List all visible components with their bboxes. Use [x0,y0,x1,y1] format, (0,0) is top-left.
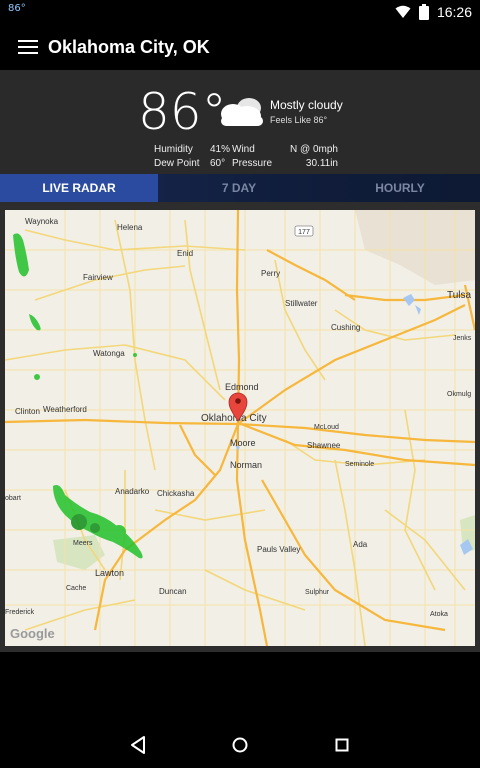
status-bar: 86° 16:26 [0,0,480,24]
county-grid [5,210,475,646]
wind-label: Wind [232,144,255,155]
label-cache: Cache [66,585,86,592]
feels-like: Feels Like 86° [270,115,328,125]
clock: 16:26 [436,4,472,20]
label-stillwater: Stillwater [285,299,318,308]
label-chickasha: Chickasha [157,489,195,498]
terrain-patch [355,210,475,285]
temperature-notification: 86° [8,3,26,14]
label-seminole: Seminole [345,461,374,468]
cloud-icon [221,98,263,126]
svg-text:177: 177 [298,229,310,236]
radar-panel: 177 Waynoka Helena Enid Perry Tulsa Fair… [0,202,480,652]
system-nav-bar [0,652,480,768]
tab-live-radar[interactable]: LIVE RADAR [0,174,158,202]
radar-echoes [13,233,143,559]
radar-map[interactable]: 177 Waynoka Helena Enid Perry Tulsa Fair… [5,210,475,646]
label-helena: Helena [117,223,143,232]
label-watonga: Watonga [93,349,125,358]
water-bodies [235,294,473,555]
label-ada: Ada [353,540,368,549]
tab-bar: LIVE RADAR 7 DAY HOURLY [0,174,480,202]
dew-point-label: Dew Point [154,158,200,169]
tab-hourly[interactable]: HOURLY [320,174,480,202]
label-enid: Enid [177,249,193,258]
label-perry: Perry [261,269,280,278]
recents-icon[interactable] [327,730,357,760]
label-mcloud: McLoud [314,424,339,431]
label-okmulgee: Okmulg [447,391,471,398]
label-cushing: Cushing [331,323,360,332]
label-tulsa: Tulsa [447,290,472,301]
humidity-label: Humidity [154,144,193,155]
humidity-value: 41% [210,144,231,155]
label-paulsvalley: Pauls Valley [257,545,300,554]
pressure-value: 30.11in [305,158,338,169]
label-moore: Moore [230,438,256,448]
label-meers: Meers [73,540,93,547]
current-conditions: 86° Mostly cloudy Feels Like 86° Humidit… [0,70,480,174]
battery-icon [418,4,429,20]
current-temperature: 86° [138,83,227,141]
wind-value: N @ 0mph [290,144,338,155]
pressure-label: Pressure [232,158,273,169]
location-title[interactable]: Oklahoma City, OK [48,37,210,58]
highways [5,210,475,646]
label-duncan: Duncan [159,587,187,596]
label-atoka: Atoka [430,611,448,618]
label-jenks: Jenks [453,335,472,342]
dew-point-value: 60° [210,158,226,169]
hamburger-icon[interactable] [18,40,38,54]
wifi-icon [395,5,411,18]
app-bar: Oklahoma City, OK [0,24,480,70]
label-anadarko: Anadarko [115,487,150,496]
label-weatherford: Weatherford [43,405,87,414]
status-icons: 16:26 [395,0,472,24]
tab-7-day[interactable]: 7 DAY [158,174,320,202]
home-icon[interactable] [225,730,255,760]
back-icon[interactable] [124,730,154,760]
label-lawton: Lawton [95,568,124,578]
condition-text: Mostly cloudy [270,98,343,112]
label-norman: Norman [230,460,262,470]
google-attribution: Google [10,626,55,641]
highway-shield: 177 [294,225,314,237]
label-hobart: obart [5,495,21,502]
label-fairview: Fairview [83,273,113,282]
label-clinton: Clinton [15,407,40,416]
label-sulphur: Sulphur [305,589,330,596]
label-edmond: Edmond [225,382,259,392]
label-waynoka: Waynoka [25,217,59,226]
weather-details: Humidity 41% Wind N @ 0mph Dew Point 60°… [154,143,338,171]
label-shawnee: Shawnee [307,441,341,450]
label-frederick: Frederick [5,609,35,616]
